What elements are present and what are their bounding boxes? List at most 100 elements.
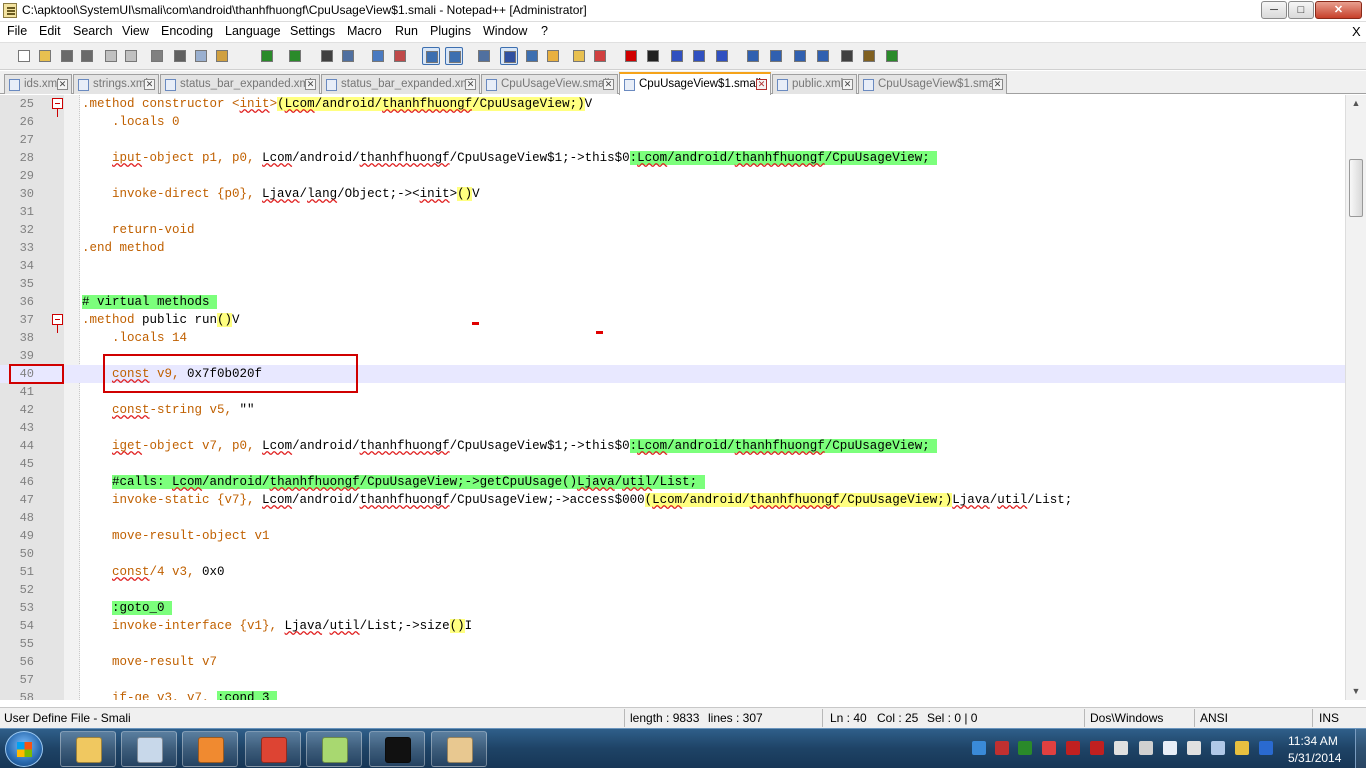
tab-close-icon[interactable]: ✕ bbox=[603, 79, 614, 90]
user-language-button[interactable] bbox=[544, 47, 562, 65]
code-line[interactable]: 30 invoke-direct {p0}, Ljava/lang/Object… bbox=[0, 185, 1345, 203]
menu-edit[interactable]: Edit bbox=[39, 24, 61, 38]
tab-close-icon[interactable]: ✕ bbox=[465, 79, 476, 90]
new-file-button[interactable] bbox=[15, 47, 33, 65]
scroll-up-icon[interactable]: ▲ bbox=[1346, 95, 1366, 112]
menu-view[interactable]: View bbox=[122, 24, 149, 38]
tab-status-bar-expanded-xml-2[interactable]: status_bar_expanded.xml ✕ bbox=[321, 74, 480, 94]
tab-close-icon[interactable]: ✕ bbox=[305, 79, 316, 90]
menu-encoding[interactable]: Encoding bbox=[161, 24, 213, 38]
stop-record-button[interactable] bbox=[644, 47, 662, 65]
up-arrow-button[interactable] bbox=[767, 47, 785, 65]
clock-time[interactable]: 11:34 AM bbox=[1288, 734, 1338, 748]
open-file-button[interactable] bbox=[36, 47, 54, 65]
cmd-taskbar-button[interactable] bbox=[369, 731, 425, 767]
code-line[interactable]: 48 bbox=[0, 509, 1345, 527]
flag-icon[interactable] bbox=[1042, 741, 1056, 755]
tab-cpuusageview-smali[interactable]: CpuUsageView.smali ✕ bbox=[481, 74, 618, 94]
code-line[interactable]: 50 bbox=[0, 545, 1345, 563]
doc-map-button[interactable] bbox=[570, 47, 588, 65]
copy-button[interactable] bbox=[192, 47, 210, 65]
clock-date[interactable]: 5/31/2014 bbox=[1288, 751, 1341, 765]
save-macro-button[interactable] bbox=[713, 47, 731, 65]
code-line[interactable]: 28 iput-object p1, p0, Lcom/android/than… bbox=[0, 149, 1345, 167]
unfold-button[interactable] bbox=[814, 47, 832, 65]
fold-toggle-icon[interactable] bbox=[52, 98, 63, 117]
tools-icon[interactable] bbox=[1235, 741, 1249, 755]
tab-cpuusageview1-smali-2[interactable]: CpuUsageView$1.smali ✕ bbox=[858, 74, 1007, 94]
tab-status-bar-expanded-xml[interactable]: status_bar_expanded.xml ✕ bbox=[160, 74, 320, 94]
indent-guide-button[interactable] bbox=[523, 47, 541, 65]
code-line[interactable]: 45 bbox=[0, 455, 1345, 473]
show-desktop-button[interactable] bbox=[1355, 729, 1366, 768]
save-button[interactable] bbox=[58, 47, 76, 65]
code-line[interactable]: 36 # virtual methods bbox=[0, 293, 1345, 311]
start-button[interactable] bbox=[5, 731, 43, 767]
notepadpp-app-icon[interactable] bbox=[3, 3, 17, 18]
menu-plugins[interactable]: Plugins bbox=[430, 24, 471, 38]
media-player-taskbar-button[interactable] bbox=[182, 731, 238, 767]
run-macro-multiple-button[interactable] bbox=[690, 47, 708, 65]
record-macro-button[interactable] bbox=[622, 47, 640, 65]
function-list-button[interactable] bbox=[591, 47, 609, 65]
code-line[interactable]: 58 if-ge v3, v7, :cond_3 bbox=[0, 689, 1345, 700]
menu-language[interactable]: Language bbox=[225, 24, 281, 38]
display-icon[interactable] bbox=[1211, 741, 1225, 755]
close-window-button[interactable]: ✕ bbox=[1315, 1, 1362, 19]
code-line[interactable]: 46 #calls: Lcom/android/thanhfhuongf/Cpu… bbox=[0, 473, 1345, 491]
explorer-taskbar-button[interactable] bbox=[60, 731, 116, 767]
close-file-button[interactable] bbox=[102, 47, 120, 65]
zoom-out-button[interactable] bbox=[391, 47, 409, 65]
print-button[interactable] bbox=[148, 47, 166, 65]
playback-button[interactable] bbox=[668, 47, 686, 65]
paint-taskbar-button[interactable] bbox=[431, 731, 487, 767]
down-arrow-button[interactable] bbox=[791, 47, 809, 65]
close-all-button[interactable] bbox=[122, 47, 140, 65]
spell-check-button[interactable] bbox=[838, 47, 856, 65]
tab-cpuusageview1-smali-active[interactable]: CpuUsageView$1.smali ✕ bbox=[619, 72, 771, 95]
menu-help[interactable]: ? bbox=[541, 24, 548, 38]
code-editor[interactable]: 25 .method constructor <init>(Lcom/androi… bbox=[0, 95, 1345, 700]
code-line[interactable]: 55 bbox=[0, 635, 1345, 653]
chrome-taskbar-button[interactable] bbox=[245, 731, 301, 767]
find-button[interactable] bbox=[318, 47, 336, 65]
word-wrap-button[interactable] bbox=[475, 47, 493, 65]
volume-icon[interactable] bbox=[1187, 741, 1201, 755]
security-icon[interactable] bbox=[995, 741, 1009, 755]
dropbox-icon[interactable] bbox=[972, 741, 986, 755]
menu-file[interactable]: File bbox=[7, 24, 27, 38]
tab-ids-xml[interactable]: ids.xml ✕ bbox=[4, 74, 72, 94]
code-line[interactable]: 43 bbox=[0, 419, 1345, 437]
redo-button[interactable] bbox=[286, 47, 304, 65]
code-line[interactable]: 32 return-void bbox=[0, 221, 1345, 239]
code-line[interactable]: 42 const-string v5, "" bbox=[0, 401, 1345, 419]
paste-button[interactable] bbox=[213, 47, 231, 65]
menu-run[interactable]: Run bbox=[395, 24, 418, 38]
tab-close-icon[interactable]: ✕ bbox=[992, 79, 1003, 90]
tab-close-icon[interactable]: ✕ bbox=[842, 79, 853, 90]
code-line[interactable]: 26 .locals 0 bbox=[0, 113, 1345, 131]
code-line[interactable]: 53 :goto_0 bbox=[0, 599, 1345, 617]
code-line[interactable]: 54 invoke-interface {v1}, Ljava/util/Lis… bbox=[0, 617, 1345, 635]
code-line[interactable]: 27 bbox=[0, 131, 1345, 149]
cut-button[interactable] bbox=[171, 47, 189, 65]
code-line[interactable]: 44 iget-object v7, p0, Lcom/android/than… bbox=[0, 437, 1345, 455]
undo-button[interactable] bbox=[258, 47, 276, 65]
tab-strings-xml[interactable]: strings.xml ✕ bbox=[73, 74, 159, 94]
fold-toggle-icon[interactable] bbox=[52, 314, 63, 333]
code-line[interactable]: 33 .end method bbox=[0, 239, 1345, 257]
menu-window[interactable]: Window bbox=[483, 24, 527, 38]
zoom-in-button[interactable] bbox=[369, 47, 387, 65]
shield-icon[interactable] bbox=[1066, 741, 1080, 755]
replace-button[interactable] bbox=[339, 47, 357, 65]
notepadpp-taskbar-button[interactable] bbox=[306, 731, 362, 767]
close-document-button[interactable]: X bbox=[1352, 24, 1361, 39]
network-monitor-icon[interactable] bbox=[1018, 741, 1032, 755]
spell-settings-button[interactable] bbox=[860, 47, 878, 65]
code-line[interactable]: 56 move-result v7 bbox=[0, 653, 1345, 671]
minimize-button[interactable]: ─ bbox=[1261, 1, 1287, 19]
scroll-down-icon[interactable]: ▼ bbox=[1346, 683, 1366, 700]
calculator-taskbar-button[interactable] bbox=[121, 731, 177, 767]
code-line[interactable]: 52 bbox=[0, 581, 1345, 599]
bluetooth-icon[interactable] bbox=[1163, 741, 1177, 755]
